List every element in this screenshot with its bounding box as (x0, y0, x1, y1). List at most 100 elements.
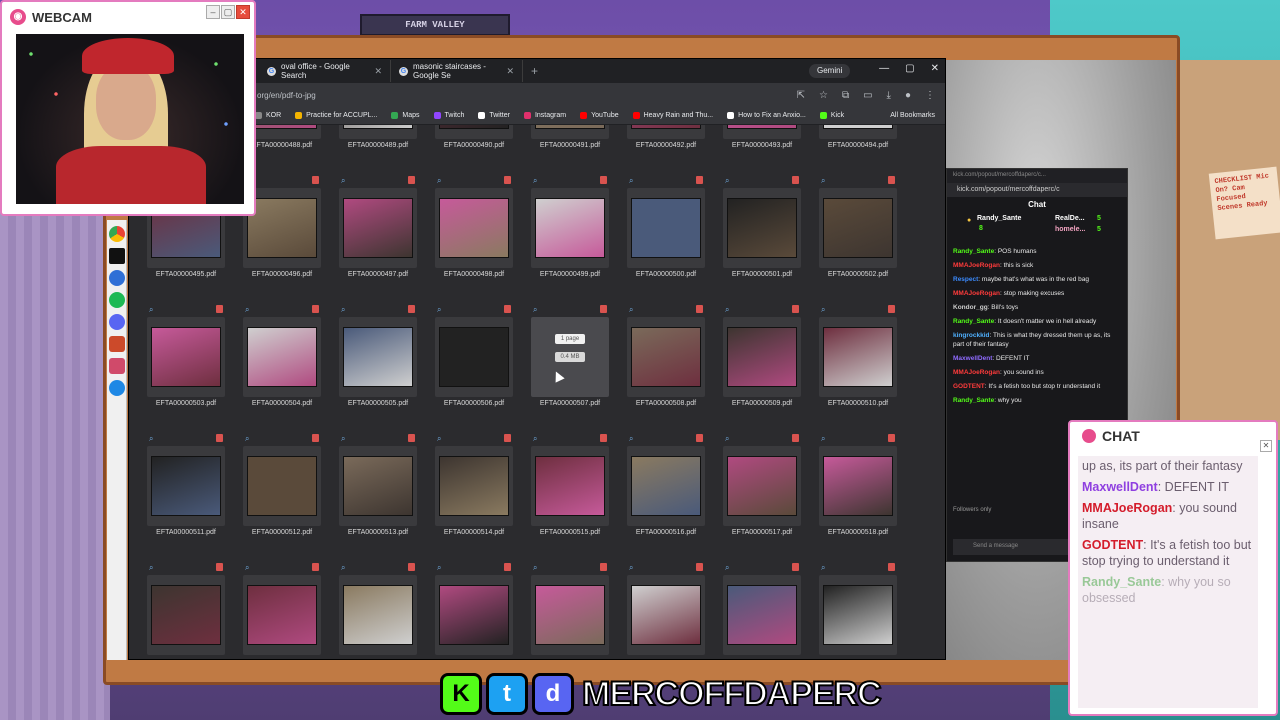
extension-icon[interactable]: ⧉ (842, 90, 849, 101)
delete-icon[interactable] (696, 305, 703, 313)
close-icon[interactable]: ✕ (374, 66, 382, 77)
pdf-tile[interactable]: ⌕ EFTA00000500.pdf (627, 176, 705, 286)
download-icon[interactable]: ⤓ (887, 90, 891, 101)
pdf-tile[interactable]: ⌕ EFTA00000501.pdf (723, 176, 801, 286)
delete-icon[interactable] (504, 305, 511, 313)
delete-icon[interactable] (888, 563, 895, 571)
delete-icon[interactable] (504, 176, 511, 184)
zoom-icon[interactable]: ⌕ (149, 434, 153, 444)
delete-icon[interactable] (216, 434, 223, 442)
menu-icon[interactable]: ⋮ (925, 90, 935, 101)
zoom-icon[interactable]: ⌕ (149, 305, 153, 315)
zoom-icon[interactable]: ⌕ (437, 434, 441, 444)
zoom-icon[interactable]: ⌕ (725, 434, 729, 444)
chat-username[interactable]: MaxwellDent (953, 355, 992, 362)
zoom-icon[interactable]: ⌕ (437, 305, 441, 315)
pdf-tile[interactable]: ⌕ EFTA00000517.pdf (723, 434, 801, 544)
pdf-tile[interactable]: ⌕ (147, 563, 225, 659)
chrome-icon[interactable] (109, 226, 125, 242)
pdf-tile[interactable]: ⌕ EFTA00000498.pdf (435, 176, 513, 286)
chat-username[interactable]: Randy_Sante (953, 318, 994, 325)
delete-icon[interactable] (600, 434, 607, 442)
pdf-tile[interactable]: ⌕EFTA00000490.pdf (435, 125, 513, 157)
pdf-tile[interactable]: ⌕ EFTA00000515.pdf (531, 434, 609, 544)
pdf-tile[interactable]: ⌕ (243, 563, 321, 659)
app-icon[interactable] (109, 270, 125, 286)
zoom-icon[interactable]: ⌕ (341, 305, 345, 315)
pdf-tile[interactable]: ⌕ (339, 563, 417, 659)
delete-icon[interactable] (888, 176, 895, 184)
pdf-tile[interactable]: ⌕ EFTA00000506.pdf (435, 305, 513, 415)
chat-username[interactable]: Respect (953, 276, 978, 283)
chat-username[interactable]: MMAJoeRogan (953, 262, 1000, 269)
pdf-tile[interactable]: ⌕ EFTA00000513.pdf (339, 434, 417, 544)
pdf-tile[interactable]: ⌕ EFTA00000499.pdf (531, 176, 609, 286)
zoom-icon[interactable]: ⌕ (533, 434, 537, 444)
zoom-icon[interactable]: ⌕ (245, 563, 249, 573)
close-icon[interactable]: ✕ (1260, 440, 1272, 452)
chat-username[interactable]: MMAJoeRogan (953, 369, 1000, 376)
zoom-icon[interactable]: ⌕ (245, 434, 249, 444)
office-icon[interactable] (109, 358, 125, 374)
delete-icon[interactable] (792, 563, 799, 571)
pdf-tile[interactable]: ⌕ (819, 563, 897, 659)
zoom-icon[interactable]: ⌕ (341, 434, 345, 444)
bookmark-item[interactable]: KOR (255, 112, 281, 119)
zoom-icon[interactable]: ⌕ (821, 563, 825, 573)
pdf-tile[interactable]: ⌕ EFTA00000497.pdf (339, 176, 417, 286)
pdf-tile[interactable]: ⌕ (627, 563, 705, 659)
delete-icon[interactable] (216, 305, 223, 313)
pdf-tile[interactable]: ⌕ EFTA00000518.pdf (819, 434, 897, 544)
chat-username[interactable]: Kondor_gg (953, 304, 988, 311)
minimize-icon[interactable]: – (206, 5, 220, 19)
delete-icon[interactable] (600, 563, 607, 571)
bookmark-item[interactable]: Twitch (433, 112, 464, 119)
zoom-icon[interactable]: ⌕ (341, 563, 345, 573)
cast-icon[interactable]: ▭ (863, 90, 872, 101)
zoom-icon[interactable]: ⌕ (533, 176, 537, 186)
chat-username[interactable]: kingrockkid (953, 332, 989, 339)
delete-icon[interactable] (312, 563, 319, 571)
share-icon[interactable]: ⇱ (797, 90, 805, 101)
delete-icon[interactable] (792, 305, 799, 313)
zoom-icon[interactable]: ⌕ (725, 305, 729, 315)
zoom-icon[interactable]: ⌕ (629, 434, 633, 444)
delete-icon[interactable] (696, 563, 703, 571)
zoom-icon[interactable]: ⌕ (821, 176, 825, 186)
pdf-tile[interactable]: ⌕ 1 page 0.4 MB EFTA00000507.pdf (531, 305, 609, 415)
zoom-icon[interactable]: ⌕ (629, 176, 633, 186)
zoom-icon[interactable]: ⌕ (437, 563, 441, 573)
delete-icon[interactable] (408, 305, 415, 313)
delete-icon[interactable] (312, 176, 319, 184)
zoom-icon[interactable]: ⌕ (725, 563, 729, 573)
delete-icon[interactable] (504, 434, 511, 442)
pdf-tile[interactable]: ⌕ EFTA00000514.pdf (435, 434, 513, 544)
maximize-icon[interactable]: ▢ (905, 63, 914, 74)
zoom-icon[interactable]: ⌕ (821, 305, 825, 315)
close-icon[interactable]: ✕ (931, 63, 939, 74)
delete-icon[interactable] (216, 563, 223, 571)
tab-masonic-staircases[interactable]: G masonic staircases - Google Se ✕ (391, 60, 523, 82)
pdf-tile[interactable]: ⌕EFTA00000491.pdf (531, 125, 609, 157)
delete-icon[interactable] (792, 434, 799, 442)
delete-icon[interactable] (312, 305, 319, 313)
pdf-tile[interactable]: ⌕ EFTA00000512.pdf (243, 434, 321, 544)
pdf-tile[interactable]: ⌕ EFTA00000502.pdf (819, 176, 897, 286)
chat-username[interactable]: Randy_Sante (953, 248, 994, 255)
zoom-icon[interactable]: ⌕ (533, 563, 537, 573)
new-tab-button[interactable]: + (523, 64, 546, 78)
pdf-tile[interactable]: ⌕ EFTA00000505.pdf (339, 305, 417, 415)
bookmark-item[interactable]: Heavy Rain and Thu... (632, 112, 713, 119)
x-icon[interactable] (109, 248, 125, 264)
app-icon-3[interactable] (109, 380, 125, 396)
pdf-tile[interactable]: ⌕ EFTA00000504.pdf (243, 305, 321, 415)
pdf-tile[interactable]: ⌕ EFTA00000516.pdf (627, 434, 705, 544)
profile-icon[interactable]: ● (905, 90, 911, 101)
pdf-tile[interactable]: ⌕ EFTA00000508.pdf (627, 305, 705, 415)
zoom-icon[interactable]: ⌕ (629, 305, 633, 315)
zoom-icon[interactable]: ⌕ (725, 176, 729, 186)
tab-oval-office[interactable]: G oval office - Google Search ✕ (259, 60, 391, 82)
zoom-icon[interactable]: ⌕ (341, 176, 345, 186)
close-icon[interactable]: ✕ (236, 5, 250, 19)
bookmark-item[interactable]: Kick (819, 112, 844, 119)
